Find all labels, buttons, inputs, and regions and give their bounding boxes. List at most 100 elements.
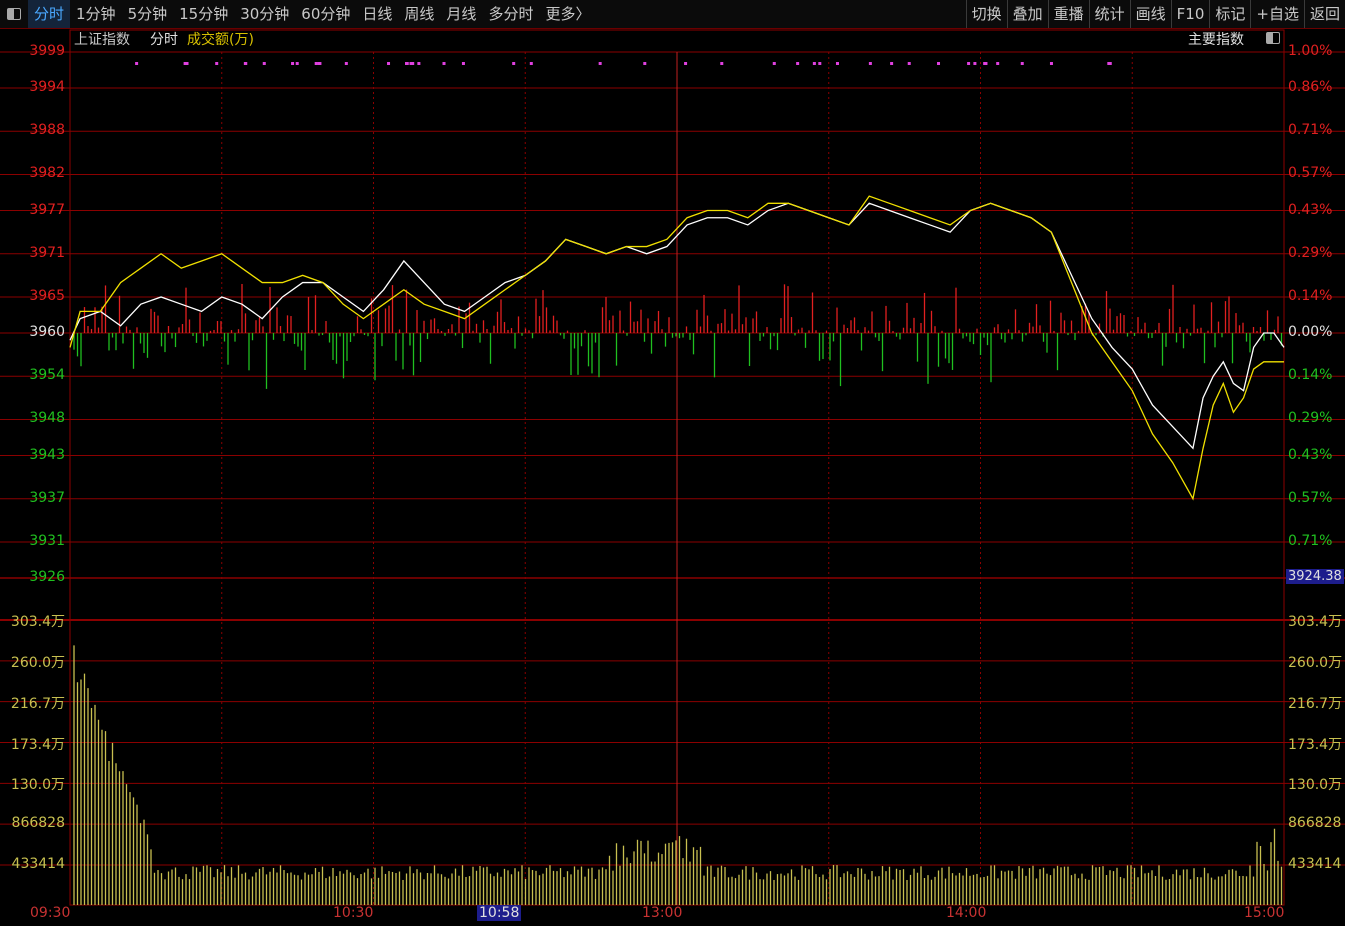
event-marker — [818, 62, 822, 65]
tool-button-5[interactable]: F10 — [1170, 0, 1210, 28]
volume-label-right: 216.7万 — [1288, 695, 1343, 712]
event-marker — [812, 62, 816, 65]
tool-buttons: 切换 叠加 重播 统计 画线 F10 标记 +自选 返回 — [965, 0, 1345, 28]
tool-button-6[interactable]: 标记 — [1209, 0, 1250, 28]
event-marker — [983, 62, 987, 65]
price-label-left: 3926 — [29, 569, 65, 585]
period-tab-4[interactable]: 30分钟 — [234, 0, 295, 28]
price-label-left: 3960 — [29, 324, 65, 340]
event-marker — [890, 62, 894, 65]
price-label-left: 3994 — [29, 79, 65, 96]
event-marker — [772, 62, 776, 65]
sidebar-toggle-icon[interactable] — [0, 0, 28, 28]
period-tabs: 分时 1分钟 5分钟 15分钟 30分钟 60分钟 日线 周线 月线 多分时 更多〉 — [0, 0, 596, 28]
event-marker — [314, 62, 318, 65]
event-marker — [1049, 62, 1053, 65]
main-index-label[interactable]: 主要指数 — [1188, 30, 1244, 50]
event-marker — [1107, 62, 1111, 65]
period-tab-5[interactable]: 60分钟 — [295, 0, 356, 28]
event-marker — [598, 62, 602, 65]
event-marker — [796, 62, 800, 65]
tool-button-1[interactable]: 叠加 — [1006, 0, 1048, 28]
panel-toggle-icon[interactable] — [1266, 32, 1280, 52]
time-label: 15:00 — [1244, 905, 1285, 921]
period-tab-6[interactable]: 日线 — [356, 0, 398, 28]
tool-button-3[interactable]: 统计 — [1088, 0, 1130, 28]
volume-label-left: 130.0万 — [10, 777, 65, 794]
time-label: 09:30 — [30, 905, 71, 921]
event-marker — [262, 62, 266, 65]
volume-label-right: 866828 — [1288, 815, 1342, 832]
event-marker — [996, 62, 1000, 65]
price-label-left: 3971 — [29, 244, 65, 261]
volume-label-right: 260.0万 — [1288, 654, 1343, 671]
period-tab-1[interactable]: 1分钟 — [70, 0, 122, 28]
period-tab-7[interactable]: 周线 — [398, 0, 440, 28]
period-tab-8[interactable]: 月线 — [440, 0, 482, 28]
price-label-left: 3948 — [29, 410, 65, 427]
price-label-left: 3937 — [29, 489, 65, 506]
volume-label-right: 173.4万 — [1288, 736, 1343, 753]
period-tab-0[interactable]: 分时 — [28, 0, 71, 28]
volume-label-left: 866828 — [11, 815, 65, 832]
price-label-right: 0.71% — [1288, 532, 1333, 549]
event-marker — [405, 62, 409, 65]
volume-label-left: 216.7万 — [10, 695, 65, 712]
price-label-right: 0.43% — [1288, 446, 1333, 463]
event-marker — [387, 62, 391, 65]
volume-label-left: 173.4万 — [10, 736, 65, 753]
event-marker — [643, 62, 647, 65]
cursor-time-value: 10:58 — [477, 905, 522, 921]
event-marker — [291, 62, 295, 65]
price-label-right: 0.57% — [1288, 165, 1333, 182]
event-marker — [720, 62, 724, 65]
event-marker — [835, 62, 839, 65]
period-tab-2[interactable]: 5分钟 — [122, 0, 174, 28]
tool-button-2[interactable]: 重播 — [1047, 0, 1089, 28]
cursor-price-value: 3924.38 — [1286, 569, 1344, 584]
period-tab-3[interactable]: 15分钟 — [173, 0, 234, 28]
price-label-right: 0.00% — [1288, 324, 1333, 340]
period-tab-9[interactable]: 多分时 — [482, 0, 539, 28]
price-label-left: 3982 — [29, 165, 65, 182]
price-label-right: 0.57% — [1288, 489, 1333, 506]
event-marker — [967, 62, 971, 65]
price-label-left: 3954 — [29, 367, 65, 384]
event-marker — [243, 62, 247, 65]
event-marker — [417, 62, 421, 65]
event-marker — [973, 62, 977, 65]
intraday-chart[interactable] — [0, 0, 1345, 926]
event-marker — [1020, 62, 1024, 65]
tool-button-7[interactable]: +自选 — [1250, 0, 1304, 28]
price-label-right: 0.14% — [1288, 367, 1333, 384]
price-label-left: 3999 — [29, 43, 65, 59]
index-name: 上证指数 — [74, 32, 130, 48]
event-marker — [529, 62, 533, 65]
price-label-right: 1.00% — [1288, 43, 1333, 59]
volume-label-right: 130.0万 — [1288, 777, 1343, 794]
chart-mode: 分时 — [150, 32, 178, 48]
tool-button-4[interactable]: 画线 — [1129, 0, 1171, 28]
price-label-left: 3977 — [29, 201, 65, 218]
event-marker — [512, 62, 516, 65]
time-label: 13:00 — [642, 905, 683, 921]
price-label-left: 3931 — [29, 532, 65, 549]
event-marker — [461, 62, 465, 65]
price-label-left: 3988 — [29, 122, 65, 139]
event-marker — [344, 62, 348, 65]
time-label: 10:30 — [333, 905, 374, 921]
toolbar: 分时 1分钟 5分钟 15分钟 30分钟 60分钟 日线 周线 月线 多分时 更多〉 切换 叠加 重播统… — [0, 0, 1345, 29]
price-label-right: 0.86% — [1288, 79, 1333, 96]
tool-button-0[interactable]: 切换 — [965, 0, 1007, 28]
tool-button-8[interactable]: 返回 — [1303, 0, 1345, 28]
period-tab-10[interactable]: 更多〉 — [539, 0, 596, 28]
time-label: 14:00 — [946, 905, 987, 921]
price-label-right: 0.29% — [1288, 410, 1333, 427]
price-label-left: 3965 — [29, 287, 65, 304]
volume-label-left: 433414 — [11, 856, 65, 872]
event-marker — [295, 62, 299, 65]
event-marker — [442, 62, 446, 65]
event-marker — [868, 62, 872, 65]
volume-metric: 成交额(万) — [187, 32, 254, 48]
event-marker — [215, 62, 219, 65]
